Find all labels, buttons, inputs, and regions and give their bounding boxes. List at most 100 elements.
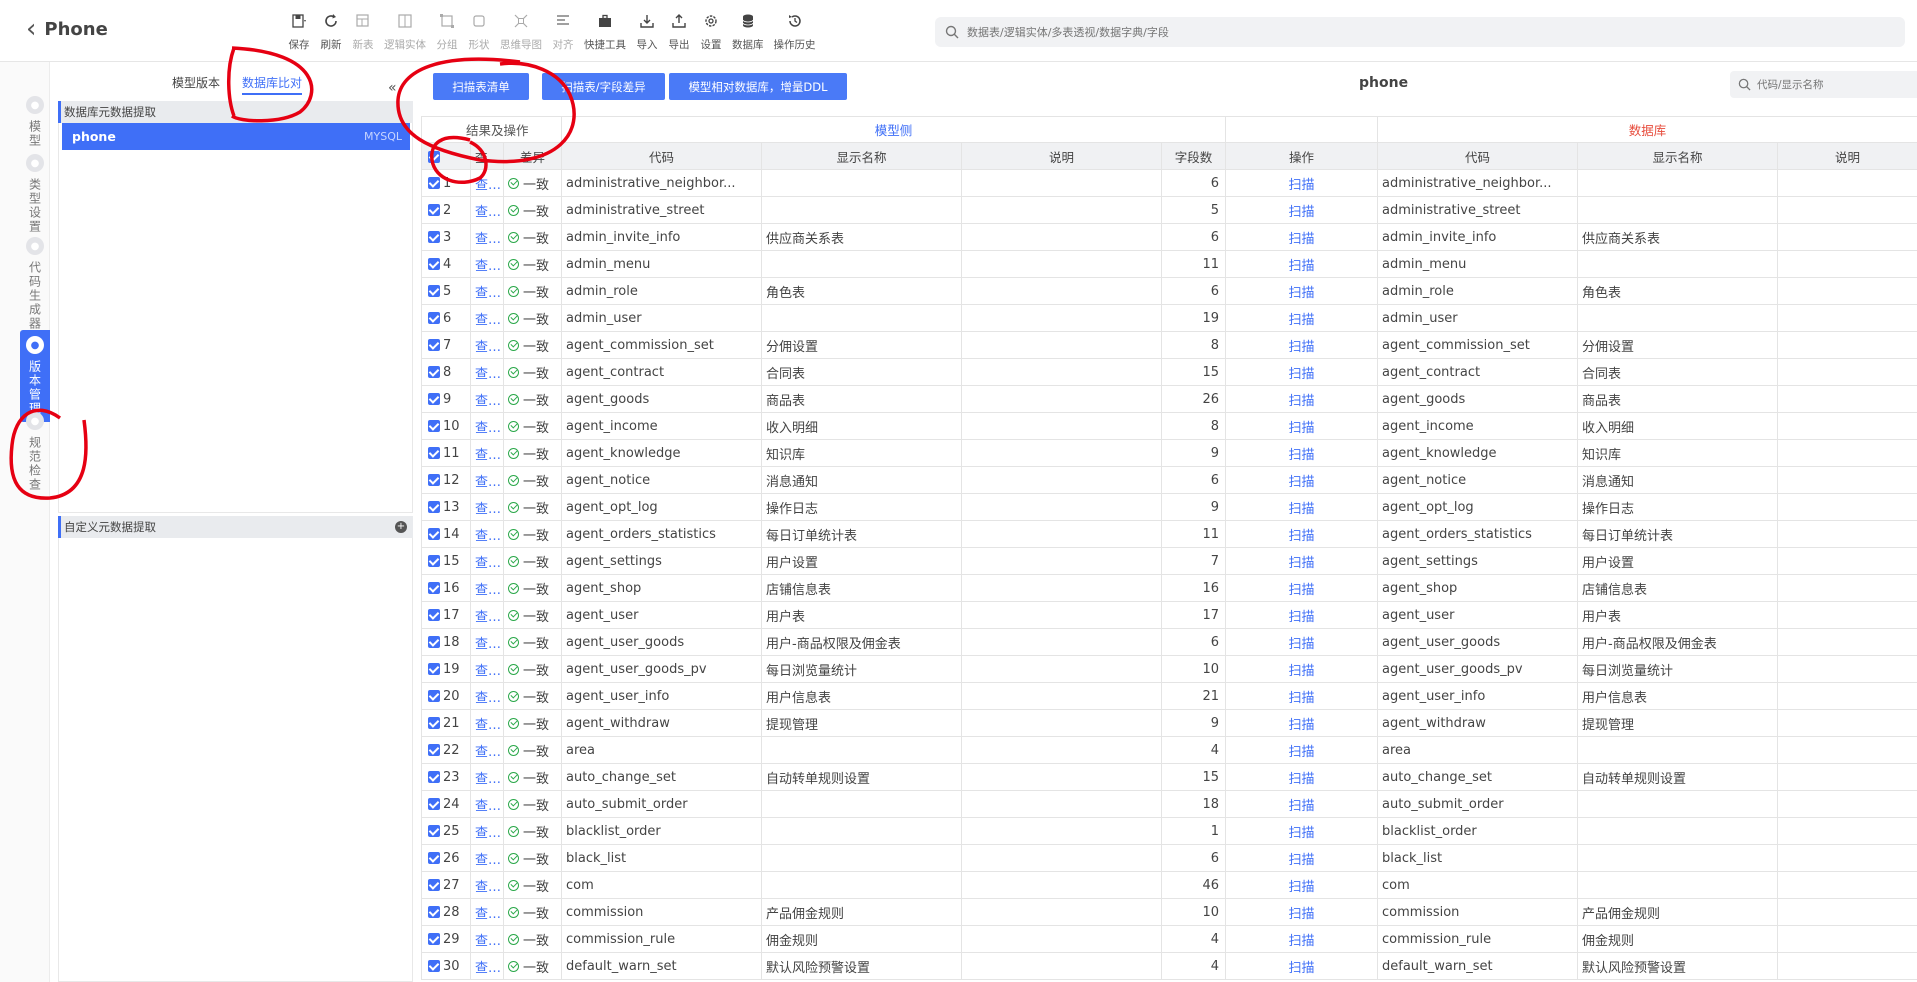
scan-link[interactable]: 扫描 [1225,547,1379,575]
row-select[interactable]: 19 [421,655,471,683]
select-all-checkbox[interactable] [421,142,471,170]
row-checkbox[interactable] [428,636,440,648]
row-checkbox[interactable] [428,960,440,972]
row-select[interactable]: 17 [421,601,471,629]
toolbar-button-export[interactable]: 导出 [663,10,695,56]
table-search-input[interactable] [1757,78,1907,91]
rail-item-version-management[interactable]: ● 版本管理 [20,330,50,422]
row-select[interactable]: 16 [421,574,471,602]
collapse-panel-icon[interactable]: « [388,80,397,96]
scan-link[interactable]: 扫描 [1225,250,1379,278]
scan-table-list-button[interactable]: 扫描表清单 [433,73,529,100]
scan-link[interactable]: 扫描 [1225,871,1379,899]
scan-link[interactable]: 扫描 [1225,763,1379,791]
row-select[interactable]: 23 [421,763,471,791]
scan-link[interactable]: 扫描 [1225,493,1379,521]
row-select[interactable]: 25 [421,817,471,845]
scan-link[interactable]: 扫描 [1225,925,1379,953]
global-search-input[interactable] [967,25,1867,39]
row-select[interactable]: 27 [421,871,471,899]
row-checkbox[interactable] [428,609,440,621]
row-checkbox[interactable] [428,663,440,675]
rail-item-model[interactable]: ● 模型 [20,96,50,148]
view-link[interactable]: 查看 [470,439,504,467]
row-select[interactable]: 6 [421,304,471,332]
scan-link[interactable]: 扫描 [1225,331,1379,359]
toolbar-button-mindmap[interactable]: 思维导图 [495,10,547,56]
row-select[interactable]: 10 [421,412,471,440]
row-select[interactable]: 24 [421,790,471,818]
row-select[interactable]: 21 [421,709,471,737]
scan-link[interactable]: 扫描 [1225,817,1379,845]
row-checkbox[interactable] [428,771,440,783]
row-checkbox[interactable] [428,366,440,378]
scan-link[interactable]: 扫描 [1225,574,1379,602]
row-select[interactable]: 5 [421,277,471,305]
row-select[interactable]: 1 [421,169,471,197]
toolbar-button-gear[interactable]: 设置 [695,10,727,56]
scan-link[interactable]: 扫描 [1225,304,1379,332]
scan-link[interactable]: 扫描 [1225,709,1379,737]
row-checkbox[interactable] [428,258,440,270]
row-checkbox[interactable] [428,933,440,945]
view-link[interactable]: 查看 [470,196,504,224]
scan-link[interactable]: 扫描 [1225,466,1379,494]
view-link[interactable]: 查看 [470,871,504,899]
view-link[interactable]: 查看 [470,736,504,764]
row-select[interactable]: 29 [421,925,471,953]
row-checkbox[interactable] [428,825,440,837]
row-checkbox[interactable] [428,717,440,729]
view-link[interactable]: 查看 [470,223,504,251]
scan-link[interactable]: 扫描 [1225,682,1379,710]
scan-link[interactable]: 扫描 [1225,844,1379,872]
row-checkbox[interactable] [428,879,440,891]
row-checkbox[interactable] [428,582,440,594]
add-icon[interactable]: + [395,521,407,533]
view-link[interactable]: 查看 [470,331,504,359]
tab-model-version[interactable]: 模型版本 [172,74,220,91]
scan-link[interactable]: 扫描 [1225,412,1379,440]
view-link[interactable]: 查看 [470,655,504,683]
scan-link[interactable]: 扫描 [1225,736,1379,764]
scan-link[interactable]: 扫描 [1225,439,1379,467]
row-select[interactable]: 8 [421,358,471,386]
row-checkbox[interactable] [428,798,440,810]
row-select[interactable]: 12 [421,466,471,494]
view-link[interactable]: 查看 [470,412,504,440]
scan-link[interactable]: 扫描 [1225,898,1379,926]
view-link[interactable]: 查看 [470,952,504,980]
row-checkbox[interactable] [428,312,440,324]
scan-link[interactable]: 扫描 [1225,169,1379,197]
view-link[interactable]: 查看 [470,628,504,656]
view-link[interactable]: 查看 [470,169,504,197]
row-checkbox[interactable] [428,474,440,486]
row-checkbox[interactable] [428,339,440,351]
row-select[interactable]: 13 [421,493,471,521]
scan-link[interactable]: 扫描 [1225,196,1379,224]
scan-diff-button[interactable]: 扫描表/字段差异 [542,73,665,100]
scan-link[interactable]: 扫描 [1225,655,1379,683]
view-link[interactable]: 查看 [470,547,504,575]
scan-link[interactable]: 扫描 [1225,223,1379,251]
toolbar-button-import[interactable]: 导入 [631,10,663,56]
rail-item-code-generator[interactable]: ● 代码生成器 [20,237,50,331]
row-checkbox[interactable] [428,420,440,432]
table-search[interactable] [1730,71,1917,98]
view-link[interactable]: 查看 [470,358,504,386]
row-checkbox[interactable] [428,231,440,243]
row-select[interactable]: 3 [421,223,471,251]
view-link[interactable]: 查看 [470,574,504,602]
row-select[interactable]: 14 [421,520,471,548]
toolbar-button-new-table[interactable]: 新表 [347,10,379,56]
view-link[interactable]: 查看 [470,682,504,710]
toolbar-button-logic-entity[interactable]: 逻辑实体 [379,10,431,56]
row-checkbox[interactable] [428,285,440,297]
toolbar-button-align[interactable]: 对齐 [547,10,579,56]
global-search[interactable] [935,17,1905,47]
scan-link[interactable]: 扫描 [1225,628,1379,656]
row-checkbox[interactable] [428,528,440,540]
toolbar-button-shape[interactable]: 形状 [463,10,495,56]
row-checkbox[interactable] [428,744,440,756]
incremental-ddl-button[interactable]: 模型相对数据库，增量DDL [669,73,847,100]
row-checkbox[interactable] [428,447,440,459]
